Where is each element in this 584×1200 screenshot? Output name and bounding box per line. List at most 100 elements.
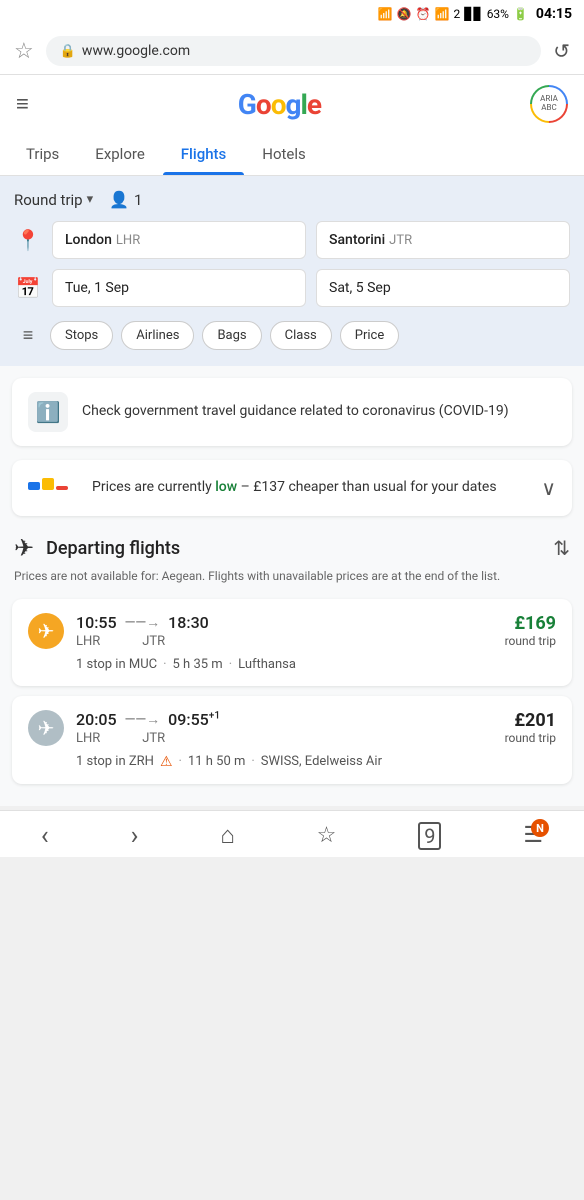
tab-hotels[interactable]: Hotels [244, 133, 324, 175]
price-card[interactable]: Prices are currently low – £137 cheaper … [12, 460, 572, 516]
google-header: ≡ Google ARIAABC [0, 75, 584, 133]
filter-bags[interactable]: Bags [202, 321, 261, 350]
airline-logo: ✈ [28, 710, 64, 746]
sort-icon[interactable]: ⇅ [553, 536, 570, 560]
home-button[interactable]: ⌂ [220, 821, 235, 850]
swiss-logo: ✈ [38, 716, 55, 740]
times-row: 20:05 ——→ 09:55+1 [76, 710, 493, 729]
flight-details: 1 stop in ZRH ⚠ · 11 h 50 m · SWISS, Ede… [76, 754, 556, 770]
flight-price: £201 round trip [505, 710, 556, 745]
tab-trips[interactable]: Trips [8, 133, 77, 175]
url-bar[interactable]: 🔒 www.google.com [46, 36, 542, 66]
hamburger-menu-icon[interactable]: ≡ [16, 91, 29, 117]
departing-flights-header: ✈ Departing flights ⇅ [12, 534, 572, 562]
airport-codes: LHR JTR [76, 731, 493, 746]
logo-e: e [307, 88, 321, 121]
destination-code: JTR [389, 233, 412, 248]
passenger-count: 1 [134, 191, 142, 209]
status-bar: 📶 🔕 ⏰ 📶 2 ▊▊ 63% 🔋 04:15 [0, 0, 584, 28]
depart-date-value: Tue, 1 Sep [65, 280, 129, 296]
info-icon: ℹ️ [28, 392, 68, 432]
covid-info-card[interactable]: ℹ️ Check government travel guidance rela… [12, 378, 572, 446]
airline-logo: ✈ [28, 613, 64, 649]
flight-times: 20:05 ——→ 09:55+1 LHR JTR [76, 710, 493, 746]
flight-card[interactable]: ✈ 20:05 ——→ 09:55+1 LHR JTR £201 round t… [12, 696, 572, 784]
signal-bars-icon: ▊▊ [464, 7, 482, 21]
signal-icon: 2 [453, 7, 460, 21]
origin-code: LHR [116, 233, 140, 248]
logo-g: G [238, 88, 256, 121]
times-row: 10:55 ——→ 18:30 [76, 613, 493, 632]
expand-icon[interactable]: ∨ [541, 476, 556, 500]
star-icon: ☆ [317, 823, 337, 848]
home-icon: ⌂ [220, 821, 235, 850]
lufthansa-logo: ✈ [38, 619, 55, 643]
avatar-initials: ARIAABC [540, 95, 558, 113]
flight-main-row: ✈ 20:05 ——→ 09:55+1 LHR JTR £201 round t… [28, 710, 556, 746]
wifi-icon: 📶 [435, 7, 450, 21]
browser-bar: ☆ 🔒 www.google.com ↺ [0, 28, 584, 75]
departing-plane-icon: ✈ [14, 534, 34, 562]
location-pin-icon: 📍 [14, 228, 42, 252]
stops-info: 1 stop in ZRH [76, 754, 154, 769]
duration-info: 5 h 35 m [173, 657, 223, 672]
date-row: 📅 Tue, 1 Sep Sat, 5 Sep [14, 269, 570, 307]
origin-city: London [65, 232, 112, 248]
tab-explore[interactable]: Explore [77, 133, 163, 175]
arrive-time: 18:30 [168, 613, 209, 632]
depart-time: 20:05 [76, 710, 117, 729]
covid-card-text: Check government travel guidance related… [82, 402, 509, 422]
flight-main-row: ✈ 10:55 ——→ 18:30 LHR JTR £169 round tri… [28, 613, 556, 649]
passengers-selector[interactable]: 👤 1 [109, 190, 142, 209]
person-icon: 👤 [109, 190, 129, 209]
main-content: ℹ️ Check government travel guidance rela… [0, 366, 584, 806]
destination-input[interactable]: Santorini JTR [316, 221, 570, 259]
back-icon: ‹ [41, 821, 49, 851]
trip-type-dropdown-icon: ▾ [87, 192, 94, 207]
return-date-input[interactable]: Sat, 5 Sep [316, 269, 570, 307]
logo-g2: g [286, 88, 301, 121]
arrive-time: 09:55+1 [168, 710, 220, 729]
avatar[interactable]: ARIAABC [530, 85, 568, 123]
lock-icon: 🔒 [60, 44, 76, 59]
forward-button[interactable]: › [131, 821, 139, 851]
nav-tabs: Trips Explore Flights Hotels [0, 133, 584, 176]
url-text: www.google.com [82, 43, 190, 59]
trip-type-label: Round trip [14, 191, 83, 209]
flight-card[interactable]: ✈ 10:55 ——→ 18:30 LHR JTR £169 round tri… [12, 599, 572, 686]
bookmark-button[interactable]: ☆ [317, 823, 337, 848]
tabs-button[interactable]: 9 [418, 822, 441, 850]
arrow-icon: ——→ [125, 614, 161, 631]
filter-class[interactable]: Class [270, 321, 332, 350]
menu-button[interactable]: ☰ N [523, 823, 543, 848]
filter-stops[interactable]: Stops [50, 321, 113, 350]
tab-flights[interactable]: Flights [163, 133, 244, 175]
depart-time: 10:55 [76, 613, 117, 632]
stops-info: 1 stop in MUC [76, 657, 157, 672]
search-options-row: Round trip ▾ 👤 1 [14, 190, 570, 209]
mute-icon: 🔕 [397, 7, 412, 21]
status-icons: 📶 🔕 ⏰ 📶 2 ▊▊ 63% 🔋 04:15 [378, 6, 572, 22]
alarm-icon: ⏰ [416, 7, 431, 21]
bookmark-icon[interactable]: ☆ [14, 39, 34, 64]
date-inputs: Tue, 1 Sep Sat, 5 Sep [52, 269, 570, 307]
back-button[interactable]: ‹ [41, 821, 49, 851]
price-label: round trip [505, 731, 556, 745]
departing-flights-title: Departing flights [46, 538, 541, 559]
filter-airlines[interactable]: Airlines [121, 321, 194, 350]
price-trend-icon [28, 474, 78, 502]
forward-icon: › [131, 821, 139, 851]
price-amount: £201 [505, 710, 556, 731]
origin-input[interactable]: London LHR [52, 221, 306, 259]
prices-note: Prices are not available for: Aegean. Fl… [12, 568, 572, 585]
notification-badge: N [531, 819, 549, 837]
status-time: 04:15 [536, 6, 572, 22]
filter-row: ≡ Stops Airlines Bags Class Price [14, 321, 570, 350]
price-card-text: Prices are currently low – £137 cheaper … [92, 478, 527, 498]
trip-type-button[interactable]: Round trip ▾ [14, 191, 93, 209]
depart-date-input[interactable]: Tue, 1 Sep [52, 269, 306, 307]
reload-icon[interactable]: ↺ [553, 39, 570, 63]
calendar-icon: 📅 [14, 276, 42, 300]
filter-price[interactable]: Price [340, 321, 399, 350]
flight-details: 1 stop in MUC · 5 h 35 m · Lufthansa [76, 657, 556, 672]
